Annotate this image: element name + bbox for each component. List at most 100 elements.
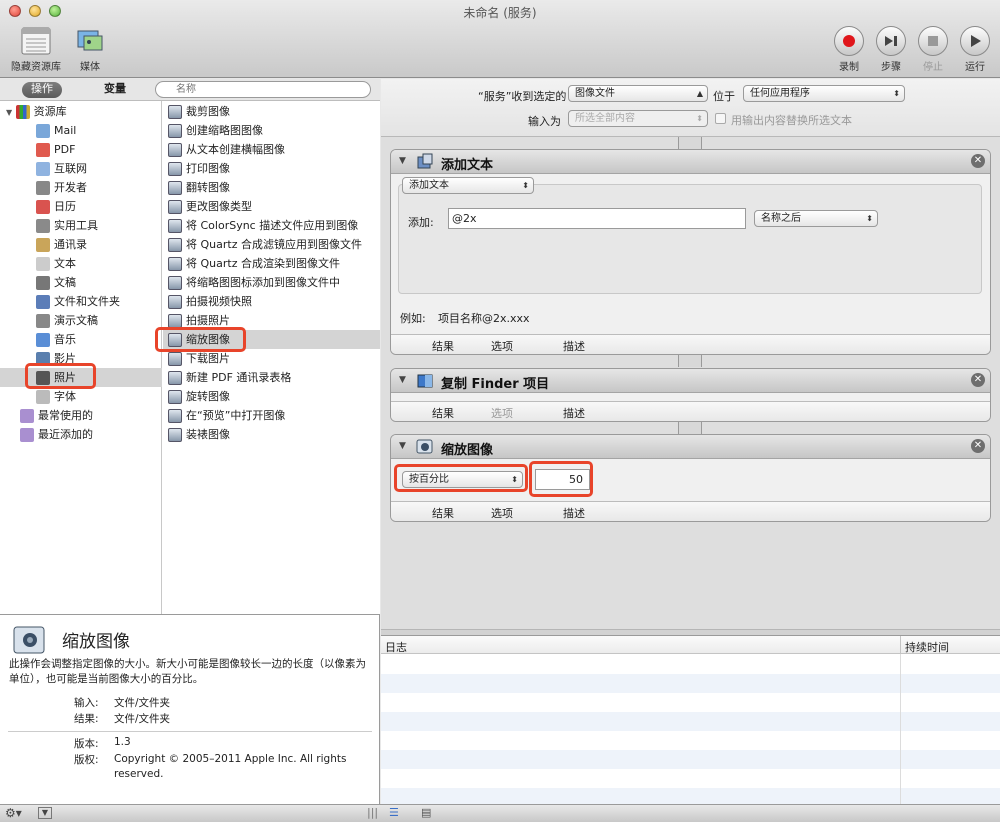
library-category-label: 音乐 — [54, 333, 76, 346]
smart-folder-icon — [20, 409, 34, 423]
disclosure-triangle-icon[interactable]: ▼ — [399, 156, 406, 166]
library-category-item[interactable]: 开发者 — [0, 178, 162, 197]
position-popup[interactable]: 名称之后 ⬍ — [754, 210, 878, 227]
action-list-item[interactable]: 装裱图像 — [163, 425, 380, 444]
action-list-item[interactable]: 拍摄视频快照 — [163, 292, 380, 311]
receives-popup[interactable]: 图像文件 ▲ — [568, 85, 708, 102]
description-tab[interactable]: 描述 — [563, 505, 585, 521]
library-category-item[interactable]: 字体 — [0, 387, 162, 406]
in-app-popup[interactable]: 任何应用程序 ⬍ — [743, 85, 905, 102]
description-title: 缩放图像 — [62, 632, 130, 652]
image-action-icon — [168, 124, 182, 138]
variables-tab[interactable]: 变量 — [95, 82, 135, 98]
library-category-item[interactable]: 日历 — [0, 197, 162, 216]
library-category-item[interactable]: 实用工具 — [0, 216, 162, 235]
description-tab[interactable]: 描述 — [563, 405, 585, 421]
add-text-input[interactable]: @2x — [448, 208, 746, 229]
replace-text-checkbox[interactable] — [715, 113, 726, 124]
library-segment-bar: 操作 变量 ⚲ — [0, 79, 380, 101]
options-tab[interactable]: 选项 — [491, 505, 513, 521]
results-tab[interactable]: 结果 — [432, 505, 454, 521]
library-category-item[interactable]: Mail — [0, 121, 162, 140]
description-tab[interactable]: 描述 — [563, 338, 585, 354]
library-category-label: PDF — [54, 143, 76, 156]
action-add-text[interactable]: ▼ 添加文本 ✕ 添加文本 ⬍ 添加: @2x 名称之后 ⬍ 例如: 项目名称@2x… — [390, 149, 991, 355]
library-category-item[interactable]: 文稿 — [0, 273, 162, 292]
library-category-item[interactable]: 音乐 — [0, 330, 162, 349]
finder-icon — [416, 372, 434, 390]
library-icon — [20, 26, 52, 56]
library-category-label: 文本 — [54, 257, 76, 270]
action-list-item[interactable]: 将缩略图图标添加到图像文件中 — [163, 273, 380, 292]
library-category-item[interactable]: 通讯录 — [0, 235, 162, 254]
gear-icon[interactable]: ⚙▾ — [5, 806, 22, 820]
image-action-icon — [168, 409, 182, 423]
duration-column-header[interactable]: 持续时间 — [905, 639, 949, 655]
library-category-item[interactable]: 互联网 — [0, 159, 162, 178]
media-button[interactable]: 媒体 — [72, 26, 108, 73]
log-column-header[interactable]: 日志 — [385, 639, 407, 655]
stop-button[interactable]: 停止 — [914, 26, 952, 73]
library-category-item[interactable]: PDF — [0, 140, 162, 159]
action-list-item[interactable]: 翻转图像 — [163, 178, 380, 197]
close-icon[interactable]: ✕ — [971, 154, 985, 168]
action-list-item[interactable]: 创建缩略图图像 — [163, 121, 380, 140]
record-button[interactable]: 录制 — [830, 26, 868, 73]
action-list-item[interactable]: 将 Quartz 合成渲染到图像文件 — [163, 254, 380, 273]
action-list-item[interactable]: 旋转图像 — [163, 387, 380, 406]
workflow-area: “服务”收到选定的 图像文件 ▲ 位于 任何应用程序 ⬍ 输入为 所选全部内容 ⬍ 用… — [381, 79, 1000, 635]
library-category-item[interactable]: 文件和文件夹 — [0, 292, 162, 311]
library-category-item[interactable]: 演示文稿 — [0, 311, 162, 330]
image-action-icon — [168, 371, 182, 385]
smart-group-item[interactable]: 最近添加的 — [0, 425, 93, 444]
results-tab[interactable]: 结果 — [432, 405, 454, 421]
add-text-mode-popup[interactable]: 添加文本 ⬍ — [402, 177, 534, 194]
highlight-scale-mode — [394, 464, 528, 492]
action-list-item[interactable]: 更改图像类型 — [163, 197, 380, 216]
action-list-item[interactable]: 将 ColorSync 描述文件应用到图像 — [163, 216, 380, 235]
action-list-item[interactable]: 将 Quartz 合成滤镜应用到图像文件 — [163, 235, 380, 254]
receives-label: “服务”收到选定的 — [478, 90, 567, 103]
title-bar: 未命名 (服务) 隐藏资源库 媒体 录制 步骤 停止 运行 — [0, 0, 1000, 78]
action-copy-finder-items[interactable]: ▼ 复制 Finder 项目 ✕ 结果 选项 描述 — [390, 368, 991, 422]
show-description-icon[interactable]: ▼ — [38, 807, 52, 819]
smart-group-item[interactable]: 最常使用的 — [0, 406, 93, 425]
hide-library-label: 隐藏资源库 — [11, 62, 61, 73]
search-input[interactable] — [155, 81, 371, 98]
action-list-item[interactable]: 在“预览”中打开图像 — [163, 406, 380, 425]
library-list: ▼ 资源库 Mail PDF 互联网 开发者 日历 实用工具 通讯录文本文稿文件和文件夹 演示… — [0, 101, 162, 614]
example-value: 项目名称@2x.xxx — [438, 312, 530, 325]
connector-2 — [678, 422, 702, 434]
options-tab[interactable]: 选项 — [491, 338, 513, 354]
action-list-label: 新建 PDF 通讯录表格 — [186, 371, 292, 384]
action-list-item[interactable]: 裁剪图像 — [163, 102, 380, 121]
action-list-item[interactable]: 新建 PDF 通讯录表格 — [163, 368, 380, 387]
action-list-item[interactable]: 打印图像 — [163, 159, 380, 178]
hide-library-button[interactable]: 隐藏资源库 — [7, 26, 65, 73]
log-view-icon[interactable]: ▤ — [421, 806, 431, 819]
highlight-scale-image — [155, 327, 246, 352]
action-add-text-title: 添加文本 — [441, 158, 494, 173]
image-action-icon — [168, 162, 182, 176]
action-list-item[interactable]: 从文本创建横幅图像 — [163, 140, 380, 159]
list-view-icon[interactable]: ☰ — [389, 806, 399, 819]
actions-tab[interactable]: 操作 — [22, 82, 62, 98]
step-button[interactable]: 步骤 — [872, 26, 910, 73]
input-is-label: 输入为 — [528, 115, 561, 128]
disclosure-triangle-icon[interactable]: ▼ — [399, 441, 406, 451]
options-tab[interactable]: 选项 — [491, 405, 513, 421]
close-icon[interactable]: ✕ — [971, 373, 985, 387]
library-category-label: 字体 — [54, 390, 76, 403]
input-is-popup[interactable]: 所选全部内容 ⬍ — [568, 110, 708, 127]
library-root[interactable]: ▼ 资源库 — [6, 102, 67, 121]
input-is-value: 所选全部内容 — [575, 113, 635, 124]
library-category-item[interactable]: 文本 — [0, 254, 162, 273]
library-category-label: 文稿 — [54, 276, 76, 289]
resize-handle-icon[interactable]: ||| — [367, 806, 378, 819]
results-tab[interactable]: 结果 — [432, 338, 454, 354]
disclosure-triangle-icon[interactable]: ▼ — [399, 375, 406, 385]
column-divider — [900, 636, 901, 654]
run-button[interactable]: 运行 — [956, 26, 994, 73]
scale-image-icon — [12, 623, 48, 659]
close-icon[interactable]: ✕ — [971, 439, 985, 453]
